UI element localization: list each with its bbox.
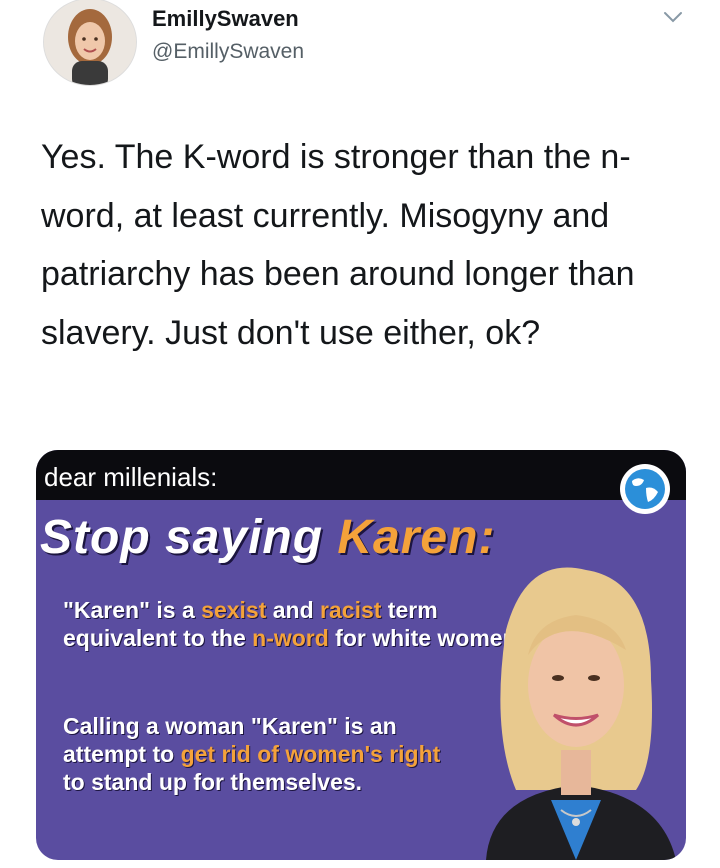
p1-highlight-sexist: sexist — [201, 597, 267, 623]
tweet-text: Yes. The K-word is stronger than the n-w… — [41, 138, 635, 352]
p1-text-1: "Karen" is a — [63, 597, 202, 623]
p2-highlight: get rid of women's right — [180, 741, 441, 767]
p2-text-2: to stand up for themselves. — [63, 769, 363, 795]
media-card[interactable]: dear millenials: Stop saying Karen: "Kar… — [36, 450, 686, 860]
globe-icon — [618, 462, 672, 516]
card-top-label: dear millenials: — [44, 462, 218, 492]
tweet-header: EmillySwaven @EmillySwaven — [0, 0, 720, 100]
headline-text: Stop saying — [40, 511, 338, 564]
author-handle[interactable]: @EmillySwaven — [152, 40, 304, 64]
headline-karen: Karen — [337, 511, 479, 564]
avatar-portrait — [44, 0, 136, 85]
p1-highlight-nword: n-word — [252, 625, 329, 651]
headline-colon: : — [478, 511, 496, 564]
p1-highlight-racist: racist — [320, 597, 382, 623]
avatar[interactable] — [43, 0, 137, 86]
chevron-down-icon[interactable] — [660, 4, 686, 30]
card-top-banner: dear millenials: — [36, 450, 686, 500]
author-name[interactable]: EmillySwaven — [152, 6, 299, 32]
card-paragraph-1: "Karen" is a sexist and racist term equi… — [63, 596, 533, 652]
card-paragraph-2: Calling a woman "Karen" is an attempt to… — [63, 712, 463, 796]
woman-photo — [466, 560, 686, 860]
card-headline: Stop saying Karen: — [40, 510, 495, 565]
p1-text-2: and — [266, 597, 321, 623]
